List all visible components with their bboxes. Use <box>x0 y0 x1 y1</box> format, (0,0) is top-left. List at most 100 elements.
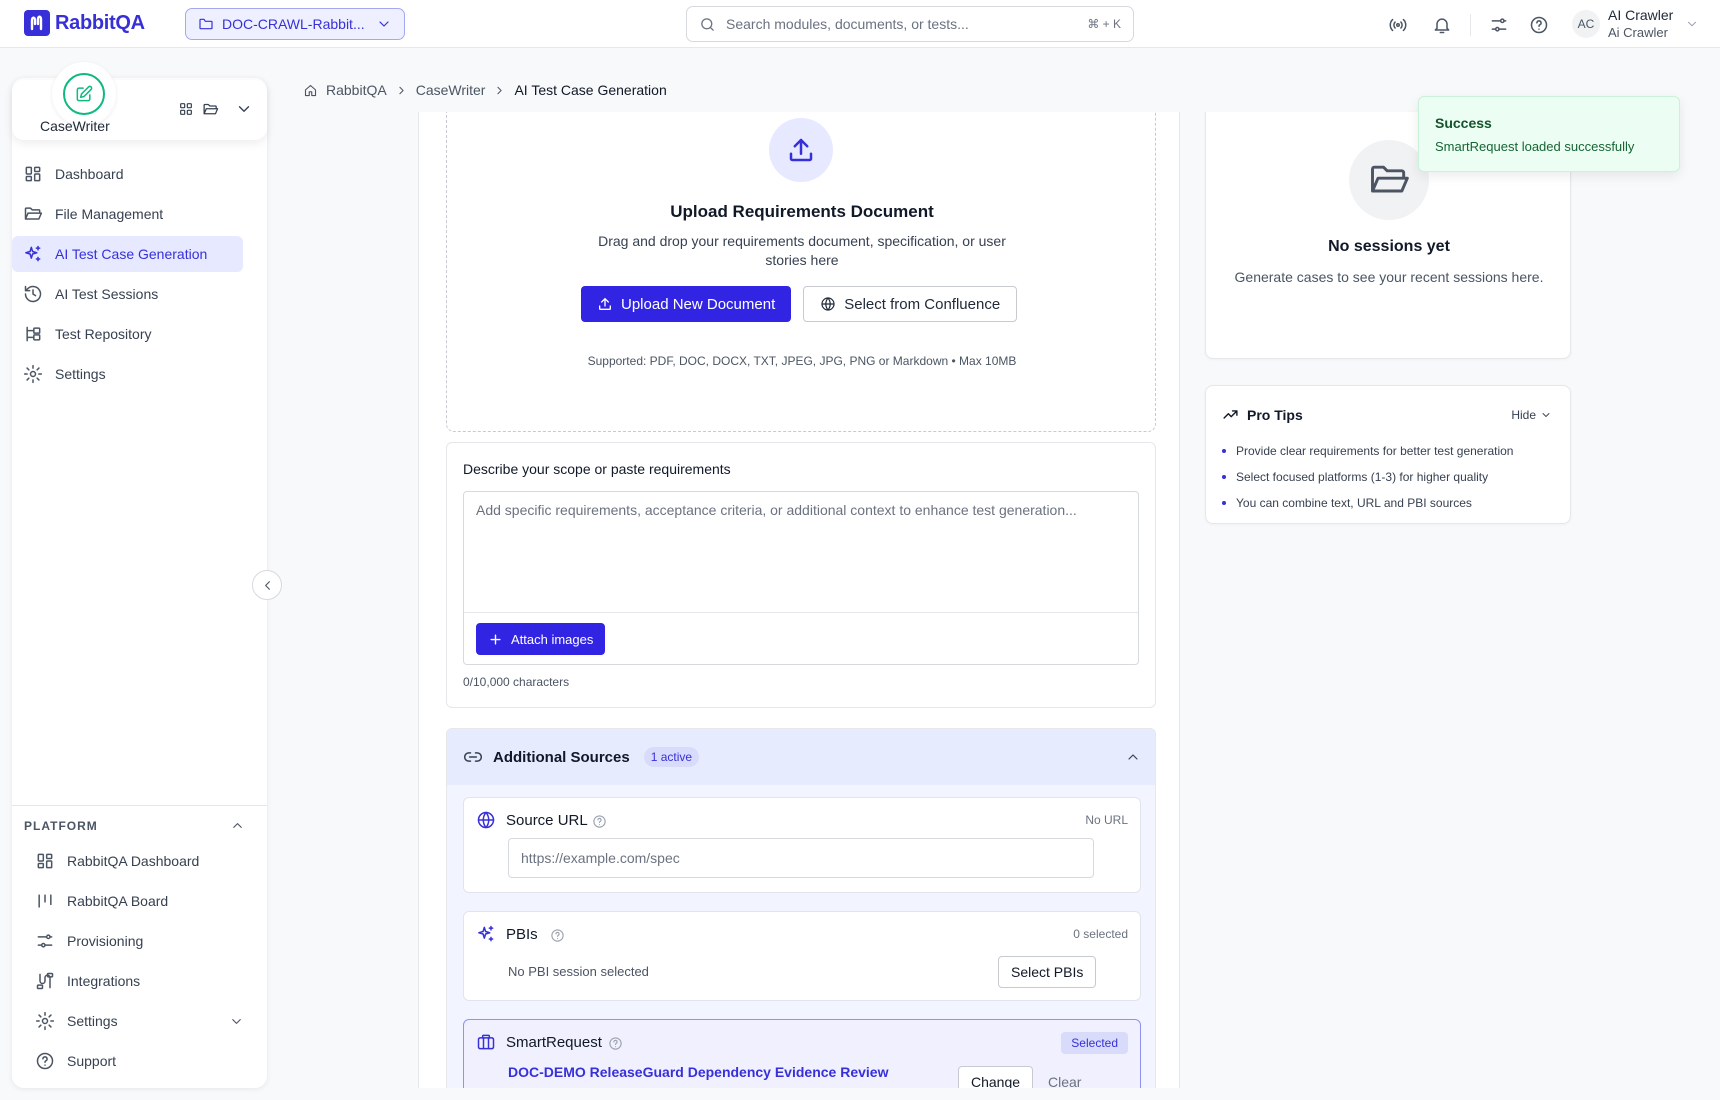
additional-sources-header[interactable]: Additional Sources 1 active <box>447 729 1155 785</box>
user-menu[interactable]: AC AI Crawler Ai Crawler <box>1572 6 1699 42</box>
sidebar-item-test-repository[interactable]: Test Repository <box>12 316 243 352</box>
source-url-input[interactable] <box>508 838 1094 878</box>
supported-formats: Supported: PDF, DOC, DOCX, TXT, JPEG, JP… <box>587 354 1017 368</box>
collapse-sidebar-button[interactable] <box>252 570 282 600</box>
bell-icon[interactable] <box>1432 15 1452 35</box>
broadcast-icon[interactable] <box>1388 15 1408 35</box>
upload-new-document-button[interactable]: Upload New Document <box>581 286 792 322</box>
tree-icon <box>26 326 41 342</box>
select-pbis-button[interactable]: Select PBIs <box>998 956 1097 988</box>
scope-toolbar: Attach images <box>464 612 1138 664</box>
sidebar-item-dashboard[interactable]: Dashboard <box>12 156 243 192</box>
source-url-status: No URL <box>1085 813 1128 827</box>
hide-tips-label: Hide <box>1511 408 1536 422</box>
sparkles-icon <box>478 925 494 942</box>
list-item: You can combine text, URL and PBI source… <box>1222 490 1513 516</box>
toast-message: SmartRequest loaded successfully <box>1435 139 1635 154</box>
avatar: AC <box>1572 10 1600 38</box>
help-icon[interactable] <box>608 1036 623 1051</box>
scope-textarea[interactable] <box>464 492 1138 612</box>
active-sources-badge: 1 active <box>643 747 700 767</box>
sidebar-item-ai-test-sessions[interactable]: AI Test Sessions <box>12 276 243 312</box>
upload-title: Upload Requirements Document <box>670 202 934 221</box>
breadcrumb: RabbitQA CaseWriter AI Test Case Generat… <box>303 82 667 98</box>
help-icon[interactable] <box>1529 15 1549 35</box>
help-icon[interactable] <box>592 814 607 829</box>
chevron-up-icon <box>1128 754 1138 760</box>
global-search[interactable]: ⌘ + K <box>686 6 1134 42</box>
sidebar-item-label: Settings <box>55 366 106 382</box>
sidebar-item-file-management[interactable]: File Management <box>12 196 243 232</box>
sliders-icon[interactable] <box>1489 15 1509 35</box>
chevron-down-icon[interactable] <box>235 100 253 118</box>
platform-section-header[interactable]: PLATFORM <box>24 818 255 833</box>
search-shortcut: ⌘ + K <box>1087 17 1121 31</box>
sidebar-item-ai-test-case-generation[interactable]: AI Test Case Generation <box>12 236 243 272</box>
platform-item-settings[interactable]: Settings <box>24 1003 255 1039</box>
link-icon <box>463 752 483 762</box>
rabbit-logo-icon <box>24 10 50 36</box>
attach-images-button[interactable]: Attach images <box>476 623 606 655</box>
bullet <box>1222 475 1226 479</box>
search-input[interactable] <box>726 16 1078 32</box>
home-icon <box>304 84 317 96</box>
chevron-down-icon <box>379 21 389 27</box>
help-icon[interactable] <box>550 928 565 943</box>
upload-dropzone[interactable]: Upload Requirements Document Drag and dr… <box>446 112 1156 432</box>
upload-icon <box>599 298 611 310</box>
tip-text: Select focused platforms (1-3) for highe… <box>1236 470 1489 484</box>
platform-nav: RabbitQA Dashboard RabbitQA Board Provis… <box>24 843 255 1083</box>
tip-text: Provide clear requirements for better te… <box>1236 444 1514 458</box>
brand-logo[interactable]: RabbitQA <box>24 10 145 36</box>
breadcrumb-link-rabbitqa[interactable]: RabbitQA <box>326 82 387 98</box>
upload-description: Drag and drop your requirements document… <box>598 233 1006 268</box>
bullet <box>1222 449 1226 453</box>
platform-item-provisioning[interactable]: Provisioning <box>24 923 255 959</box>
chevron-down-icon <box>1688 21 1697 27</box>
smartrequest-name[interactable]: DOC-DEMO ReleaseGuard Dependency Evidenc… <box>508 1064 888 1080</box>
success-toast[interactable]: Success SmartRequest loaded successfully <box>1418 96 1680 172</box>
additional-sources-panel: Additional Sources 1 active Source URL N… <box>446 728 1156 1088</box>
edit-icon <box>63 73 105 115</box>
change-smartrequest-button[interactable]: Change <box>958 1066 1034 1088</box>
chevron-up-icon <box>233 823 242 828</box>
hide-tips-button[interactable]: Hide <box>1511 408 1552 422</box>
app-actions <box>178 100 253 118</box>
platform-item-rabbitqa-board[interactable]: RabbitQA Board <box>24 883 255 919</box>
folder-open-icon[interactable] <box>202 101 219 118</box>
chevron-right-icon <box>399 86 404 94</box>
sidebar-item-settings[interactable]: Settings <box>12 356 243 392</box>
breadcrumb-link-casewriter[interactable]: CaseWriter <box>416 82 486 98</box>
character-count: 0/10,000 characters <box>463 675 570 689</box>
grid-icon[interactable] <box>178 101 194 117</box>
sidebar-nav: Dashboard File Management AI Test Case G… <box>12 156 243 396</box>
chevron-right-icon <box>497 86 503 94</box>
folder-open-icon <box>1349 140 1429 220</box>
platform-item-rabbitqa-dashboard[interactable]: RabbitQA Dashboard <box>24 843 255 879</box>
list-item: Select focused platforms (1-3) for highe… <box>1222 464 1513 490</box>
trending-up-icon <box>1223 410 1238 419</box>
gear-icon <box>23 364 43 384</box>
dashboard-icon <box>37 853 53 869</box>
user-name: AI Crawler <box>1608 7 1674 23</box>
sidebar-item-label: File Management <box>55 206 164 222</box>
sparkles-icon <box>25 245 41 262</box>
platform-item-label: RabbitQA Dashboard <box>67 853 200 869</box>
user-subtitle: Ai Crawler <box>1608 25 1668 40</box>
clear-smartrequest-button[interactable]: Clear <box>1048 1074 1081 1088</box>
sidebar-item-label: AI Test Sessions <box>55 286 159 302</box>
platform-item-support[interactable]: Support <box>24 1043 255 1079</box>
select-from-confluence-button[interactable]: Select from Confluence <box>803 286 1018 322</box>
platform-item-integrations[interactable]: Integrations <box>24 963 255 999</box>
project-switcher[interactable]: DOC-CRAWL-Rabbit... <box>185 8 405 40</box>
platform-item-label: Provisioning <box>67 933 144 949</box>
smartrequest-selected-badge: Selected <box>1061 1032 1128 1054</box>
project-name: DOC-CRAWL-Rabbit... <box>222 16 365 32</box>
app-badge[interactable] <box>52 62 116 126</box>
globe-icon <box>477 811 495 829</box>
scope-label: Describe your scope or paste requirement… <box>463 461 731 477</box>
platform-item-label: Settings <box>67 1013 118 1029</box>
top-actions <box>1388 14 1549 36</box>
smartrequest-title: SmartRequest <box>506 1034 602 1051</box>
pbis-status: 0 selected <box>1073 927 1128 941</box>
